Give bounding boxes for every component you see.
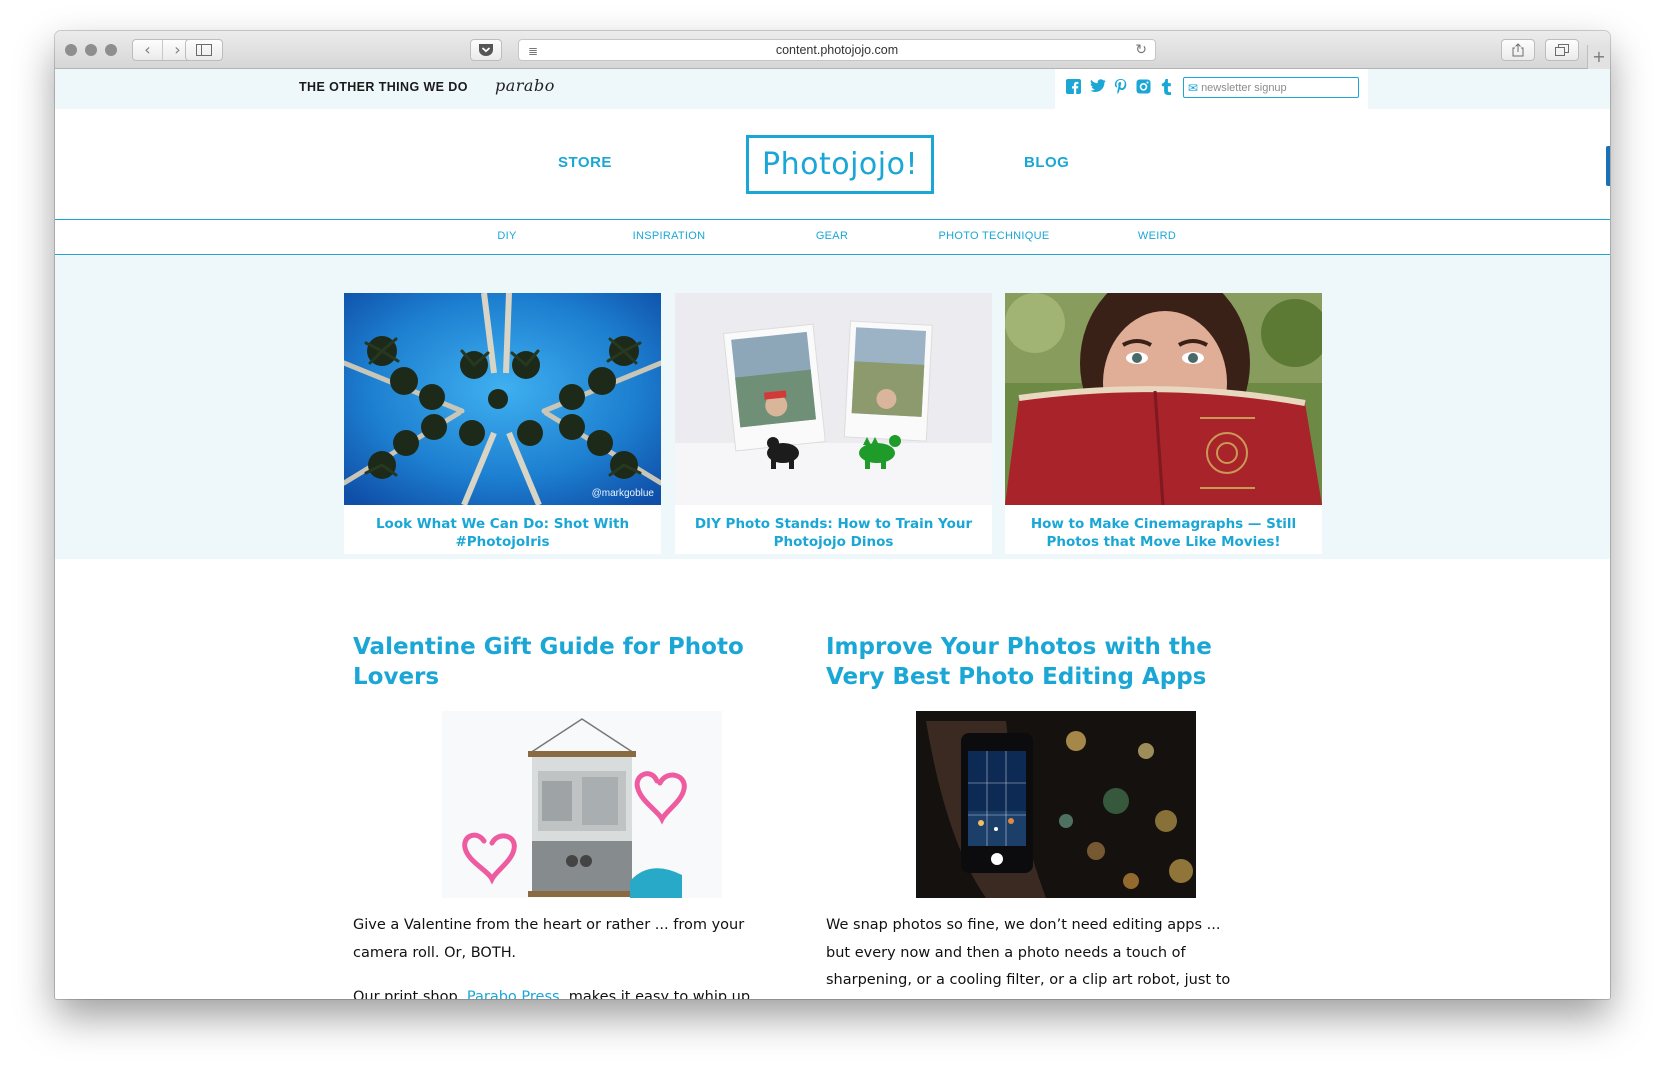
newsletter-input[interactable]: ✉ newsletter signup: [1183, 77, 1359, 98]
featured-section: @markgoblue Look What We Can Do: Shot Wi…: [55, 256, 1610, 559]
post-title-editing-apps[interactable]: Improve Your Photos with the Very Best P…: [826, 632, 1246, 692]
parabo-press-link[interactable]: Parabo Press: [467, 989, 560, 999]
close-window-button[interactable]: [65, 44, 77, 56]
instagram-icon[interactable]: [1136, 79, 1151, 94]
featured-card[interactable]: How to Make Cinemagraphs — Still Photos …: [1005, 293, 1322, 554]
featured-card[interactable]: @markgoblue Look What We Can Do: Shot Wi…: [344, 293, 661, 554]
photo-stands-photo[interactable]: [675, 293, 992, 505]
post-excerpt-editing-apps: We snap photos so fine, we don’t need ed…: [826, 912, 1246, 999]
category-inspiration[interactable]: INSPIRATION: [633, 230, 706, 242]
back-button[interactable]: ‹: [133, 40, 163, 60]
promo-bar: THE OTHER THING WE DO parabo ✉ newslette…: [55, 69, 1610, 109]
history-nav: ‹ ›: [132, 39, 193, 61]
tumblr-icon[interactable]: [1159, 79, 1174, 95]
parabo-logo-link[interactable]: parabo: [495, 76, 555, 95]
pinterest-icon[interactable]: [1113, 79, 1128, 94]
main-nav: STORE Photojojo! BLOG: [55, 109, 1610, 219]
category-nav: DIY INSPIRATION GEAR PHOTO TECHNIQUE WEI…: [55, 219, 1610, 255]
blog-link[interactable]: BLOG: [1024, 154, 1069, 171]
new-tab-button[interactable]: +: [1587, 45, 1610, 69]
browser-toolbar: ‹ › ≣ content.photojojo.com ↻ +: [55, 31, 1610, 69]
featured-card-title[interactable]: How to Make Cinemagraphs — Still Photos …: [1015, 515, 1312, 551]
category-photo-technique[interactable]: PHOTO TECHNIQUE: [938, 230, 1049, 242]
category-weird[interactable]: WEIRD: [1138, 230, 1176, 242]
store-link[interactable]: STORE: [558, 154, 612, 171]
tabs-icon: [1555, 44, 1569, 56]
post-text: Our print shop,: [353, 989, 467, 999]
pocket-icon: [479, 44, 493, 56]
envelope-icon: ✉: [1188, 80, 1199, 95]
sidebar-toggle-button[interactable]: [185, 39, 223, 61]
tabs-overview-button[interactable]: [1545, 39, 1579, 61]
category-gear[interactable]: GEAR: [816, 230, 848, 242]
other-thing-label: THE OTHER THING WE DO: [299, 80, 468, 94]
post-paragraph: Our print shop, Parabo Press, makes it e…: [353, 984, 773, 999]
post-text: , makes it easy to whip up: [559, 989, 751, 999]
share-button[interactable]: [1501, 39, 1535, 61]
reader-icon[interactable]: ≣: [528, 44, 538, 58]
browser-window: ‹ › ≣ content.photojojo.com ↻ + THE OTHE…: [55, 31, 1610, 999]
post-title-valentine[interactable]: Valentine Gift Guide for Photo Lovers: [353, 632, 773, 692]
reading-woman-photo[interactable]: [1005, 293, 1322, 505]
photo-credit: @markgoblue: [591, 488, 654, 499]
share-icon: [1512, 43, 1524, 57]
category-diy[interactable]: DIY: [497, 230, 516, 242]
post-excerpt-valentine: Give a Valentine from the heart or rathe…: [353, 912, 773, 999]
featured-card-title[interactable]: Look What We Can Do: Shot With #PhotojoI…: [354, 515, 651, 551]
web-page: THE OTHER THING WE DO parabo ✉ newslette…: [55, 69, 1610, 999]
scroll-handle[interactable]: [1606, 146, 1610, 186]
featured-card[interactable]: DIY Photo Stands: How to Train Your Phot…: [675, 293, 992, 554]
palm-trees-photo[interactable]: @markgoblue: [344, 293, 661, 505]
address-bar[interactable]: ≣ content.photojojo.com ↻: [518, 39, 1156, 61]
sidebar-icon: [196, 44, 212, 56]
post-paragraph: Give a Valentine from the heart or rathe…: [353, 917, 745, 961]
twitter-icon[interactable]: [1090, 79, 1106, 94]
photojojo-logo[interactable]: Photojojo!: [746, 135, 934, 194]
url-text: content.photojojo.com: [775, 43, 899, 57]
pocket-button[interactable]: [470, 39, 502, 61]
reload-icon[interactable]: ↻: [1135, 41, 1147, 58]
valentine-post-image[interactable]: [442, 711, 722, 898]
facebook-icon[interactable]: [1066, 79, 1081, 94]
post-paragraph: We snap photos so fine, we don’t need ed…: [826, 917, 1231, 988]
editing-apps-post-image[interactable]: [916, 711, 1196, 898]
zoom-window-button[interactable]: [105, 44, 117, 56]
featured-card-title[interactable]: DIY Photo Stands: How to Train Your Phot…: [685, 515, 982, 551]
newsletter-placeholder: newsletter signup: [1201, 81, 1287, 94]
minimize-window-button[interactable]: [85, 44, 97, 56]
